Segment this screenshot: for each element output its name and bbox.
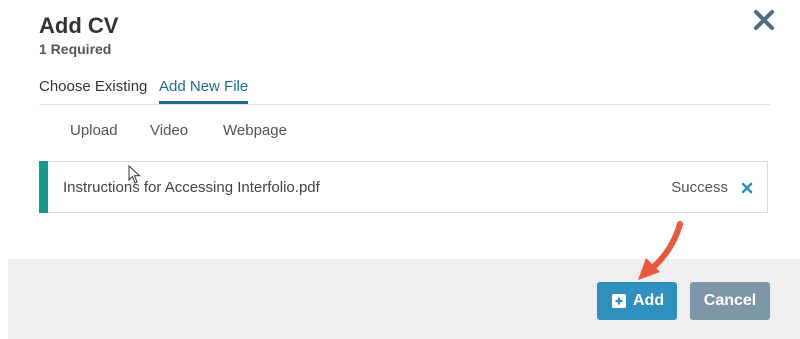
add-button-label: Add <box>633 292 665 309</box>
subtab-video[interactable]: Video <box>150 121 188 141</box>
subtab-webpage[interactable]: Webpage <box>223 121 287 141</box>
close-button[interactable] <box>752 8 776 32</box>
tab-choose-existing[interactable]: Choose Existing <box>39 77 147 103</box>
close-icon <box>754 10 774 30</box>
plus-square-icon <box>612 294 626 308</box>
upload-status: Success <box>671 179 728 196</box>
subtab-upload[interactable]: Upload <box>70 121 118 141</box>
required-count: 1 Required <box>39 41 112 57</box>
remove-file-icon <box>741 182 753 194</box>
file-name: Instructions for Accessing Interfolio.pd… <box>63 179 320 196</box>
add-cv-dialog: Add CV 1 Required Choose Existing Add Ne… <box>0 0 800 339</box>
tab-bar: Choose Existing Add New File <box>39 77 770 105</box>
cancel-button[interactable]: Cancel <box>690 282 770 320</box>
uploaded-file-row: Instructions for Accessing Interfolio.pd… <box>39 161 768 213</box>
annotation-arrow-icon <box>638 221 683 280</box>
dialog-title: Add CV <box>39 13 119 38</box>
file-status-accent <box>39 161 48 213</box>
upload-type-tabs: Upload Video Webpage <box>0 121 800 141</box>
remove-file-button[interactable] <box>741 181 753 194</box>
tab-add-new-file[interactable]: Add New File <box>159 77 249 104</box>
mouse-cursor-icon <box>128 165 141 184</box>
